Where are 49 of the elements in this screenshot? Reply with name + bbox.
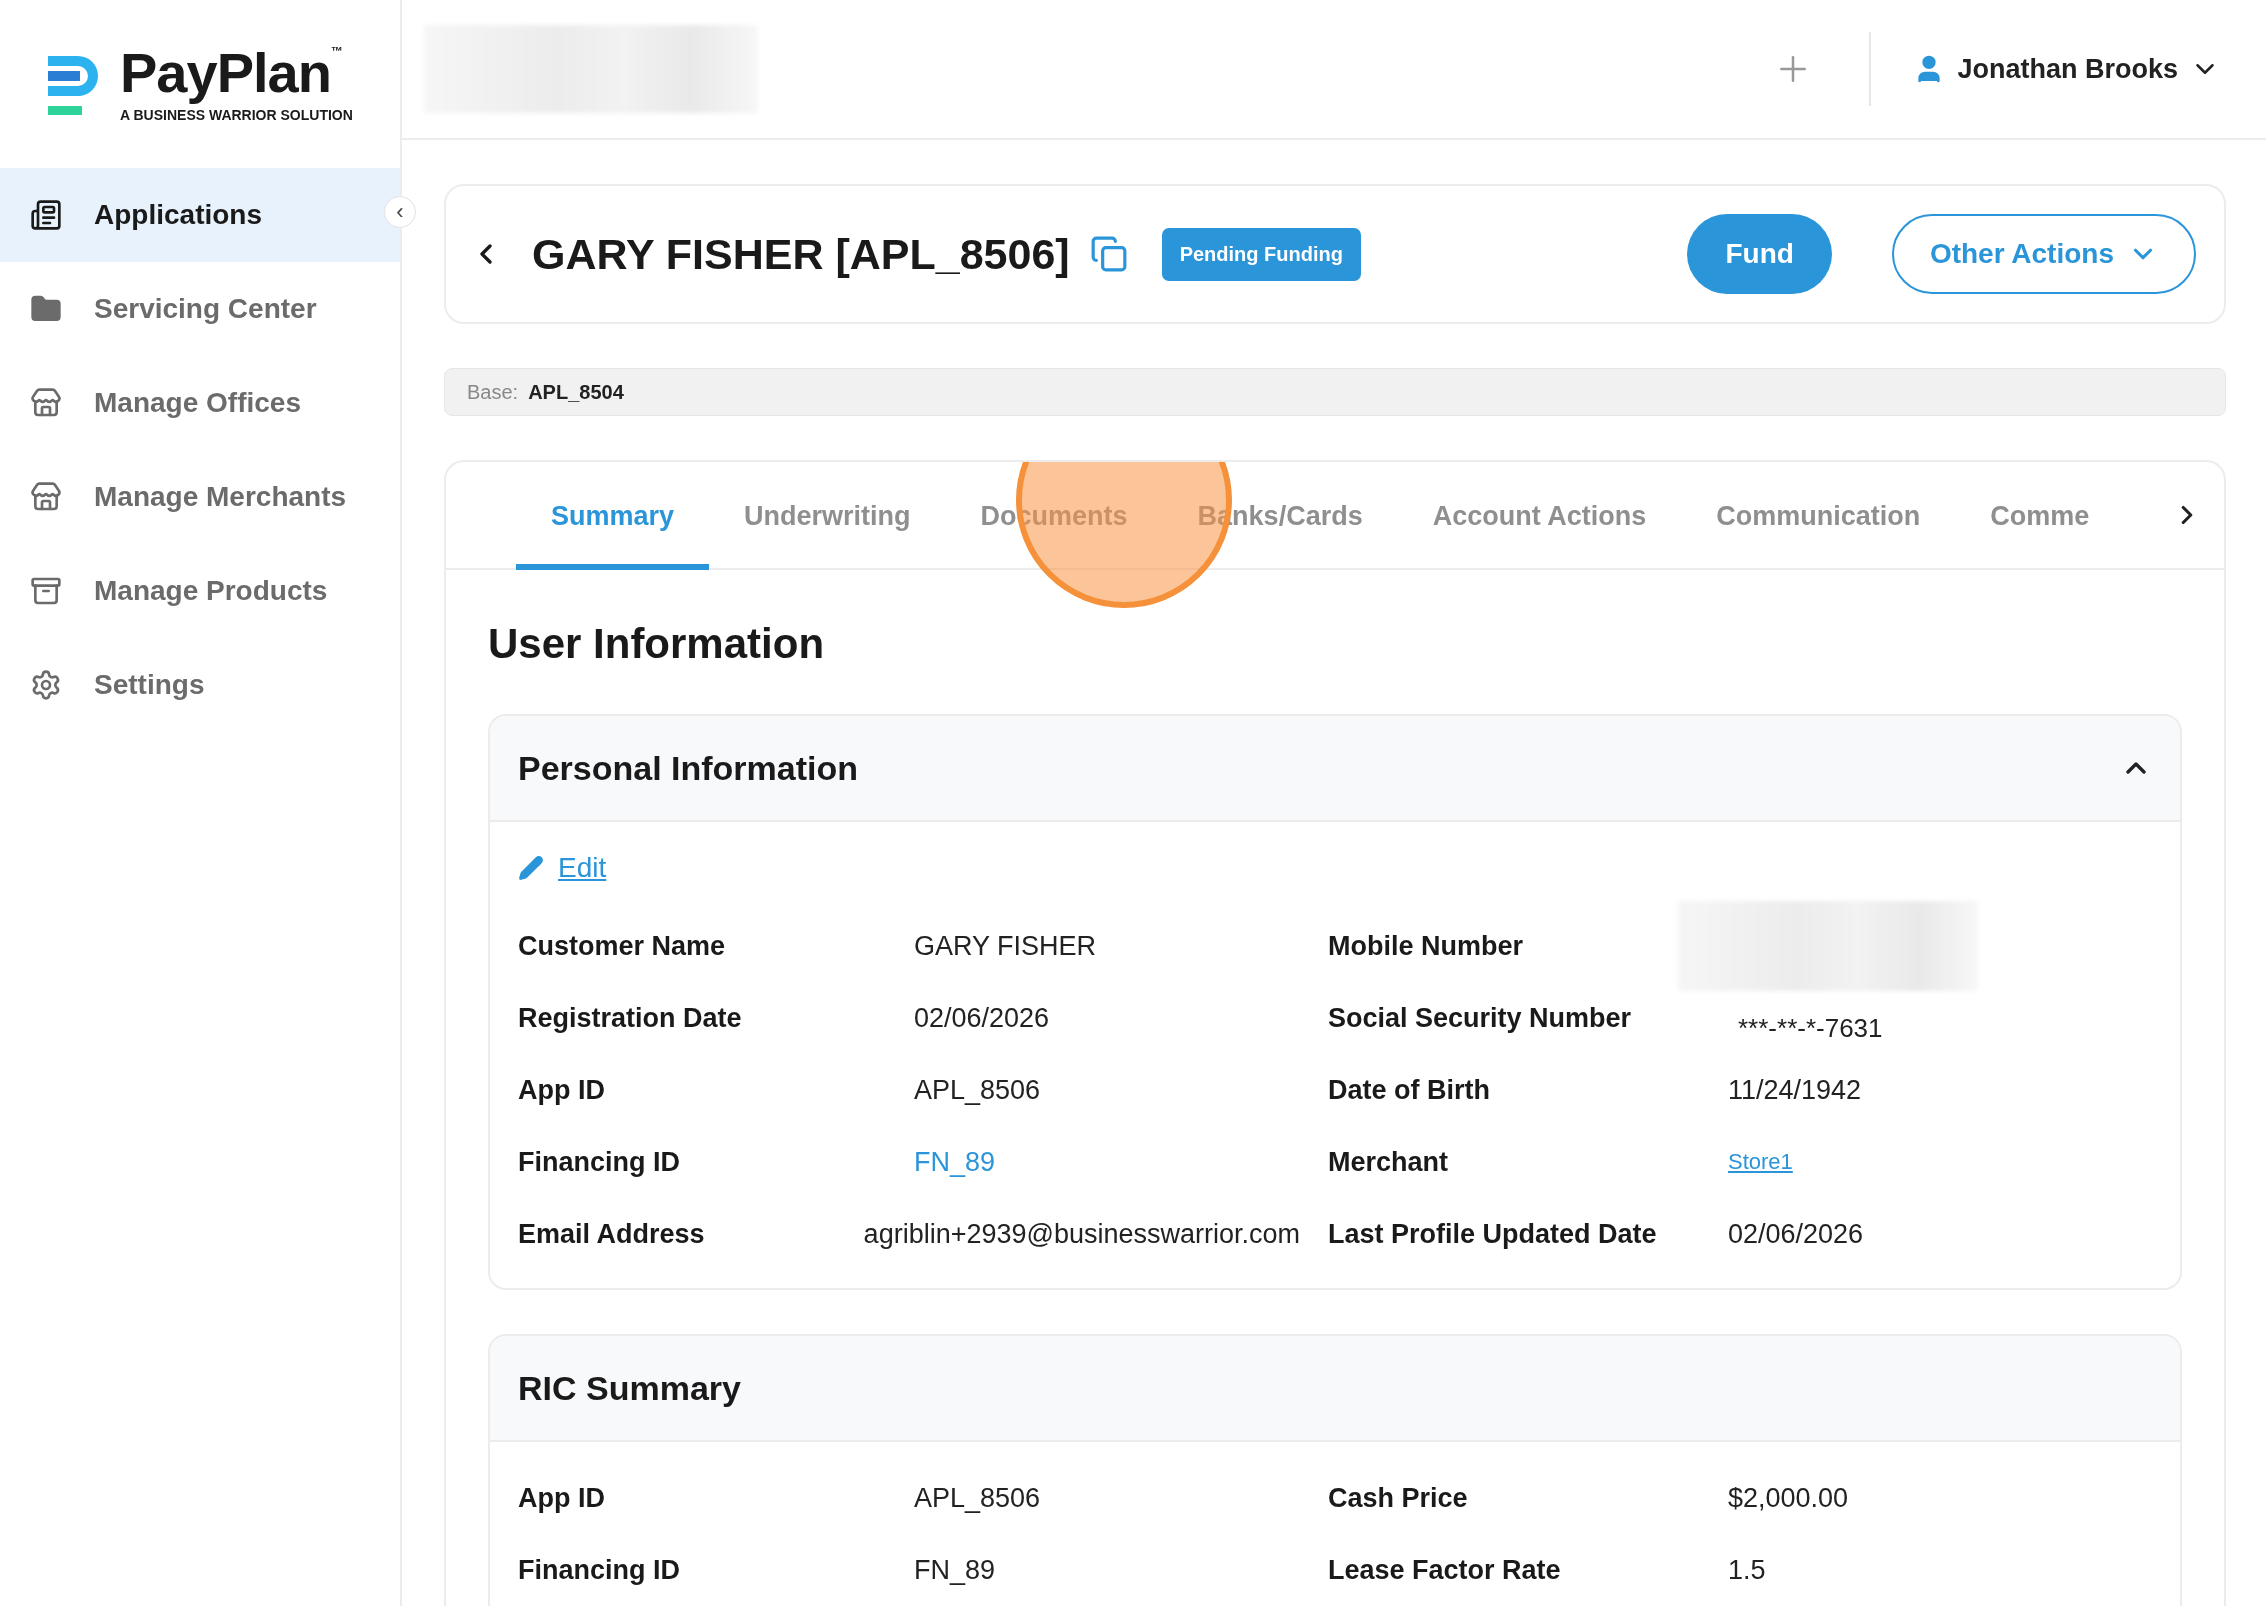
other-actions-button[interactable]: Other Actions — [1891, 214, 2196, 294]
sidebar-item[interactable]: Manage Merchants — [0, 450, 400, 544]
sidebar-item[interactable]: Manage Products — [0, 544, 400, 638]
merchant-link[interactable]: Store1 — [1728, 1126, 2152, 1198]
field-label: Date of Birth — [1328, 1073, 1491, 1107]
field-label: Mobile Number — [1328, 929, 1524, 963]
tab[interactable]: Comme — [1955, 462, 2125, 570]
field-label: Financing ID — [518, 1553, 681, 1587]
fund-button[interactable]: Fund — [1687, 214, 1832, 294]
edit-link[interactable]: Edit — [518, 852, 607, 884]
field-label: Financing ID — [518, 1145, 681, 1179]
field-value: $2,000.00 — [1728, 1481, 1850, 1515]
base-label: Base: — [467, 380, 519, 404]
tab[interactable]: Underwriting — [709, 462, 946, 570]
field-label: Cash Price — [1328, 1481, 1469, 1515]
card-title: RIC Summary — [518, 1368, 741, 1408]
sidebar-item[interactable]: Settings — [0, 638, 400, 732]
field-value: ***-**-*-7631 — [1737, 1011, 1884, 1045]
field-value: FN_89 — [913, 1553, 997, 1587]
base-value: APL_8504 — [528, 380, 624, 404]
field-label: Registration Date — [518, 1001, 743, 1035]
field-label: App ID — [518, 1073, 606, 1107]
sidebar-item[interactable]: Manage Offices — [0, 356, 400, 450]
field-value: APL_8506 — [913, 1481, 1042, 1515]
tab[interactable]: Summary — [516, 462, 710, 570]
card-title: Personal Information — [518, 748, 859, 788]
field-label: Merchant — [1328, 1145, 1450, 1179]
tab[interactable]: Communication — [1681, 462, 1956, 570]
field-value: agriblin+2939@businesswarrior.com — [862, 1217, 1301, 1251]
field-value: 1.5 — [1728, 1553, 1767, 1587]
field-value: 11/24/1942 — [1728, 1073, 1863, 1107]
financing-link[interactable]: FN_89 — [858, 1126, 1328, 1198]
sidebar-item[interactable]: Servicing Center — [0, 262, 400, 356]
tab[interactable]: Account Actions — [1397, 462, 1682, 570]
field-label: Last Profile Updated Date — [1328, 1217, 1658, 1251]
status-badge: Pending Funding — [1161, 227, 1361, 281]
field-label: Email Address — [518, 1217, 706, 1251]
application-title: GARY FISHER [APL_8506] — [532, 229, 1070, 279]
logo-tagline: A BUSINESS WARRIOR SOLUTION — [120, 107, 353, 123]
field-label: Customer Name — [518, 929, 727, 963]
field-label: Social Security Number — [1328, 1001, 1633, 1035]
user-menu[interactable]: Jonathan Brooks — [1907, 52, 2226, 86]
field-value: 02/06/2026 — [913, 1001, 1051, 1035]
field-value: APL_8506 — [913, 1073, 1042, 1107]
field-value: 02/06/2026 — [1728, 1217, 1865, 1251]
section-title: User Information — [488, 620, 826, 668]
field-label: Lease Factor Rate — [1328, 1553, 1562, 1587]
field-value: GARY FISHER — [913, 929, 1098, 963]
field-label: App ID — [518, 1481, 606, 1515]
